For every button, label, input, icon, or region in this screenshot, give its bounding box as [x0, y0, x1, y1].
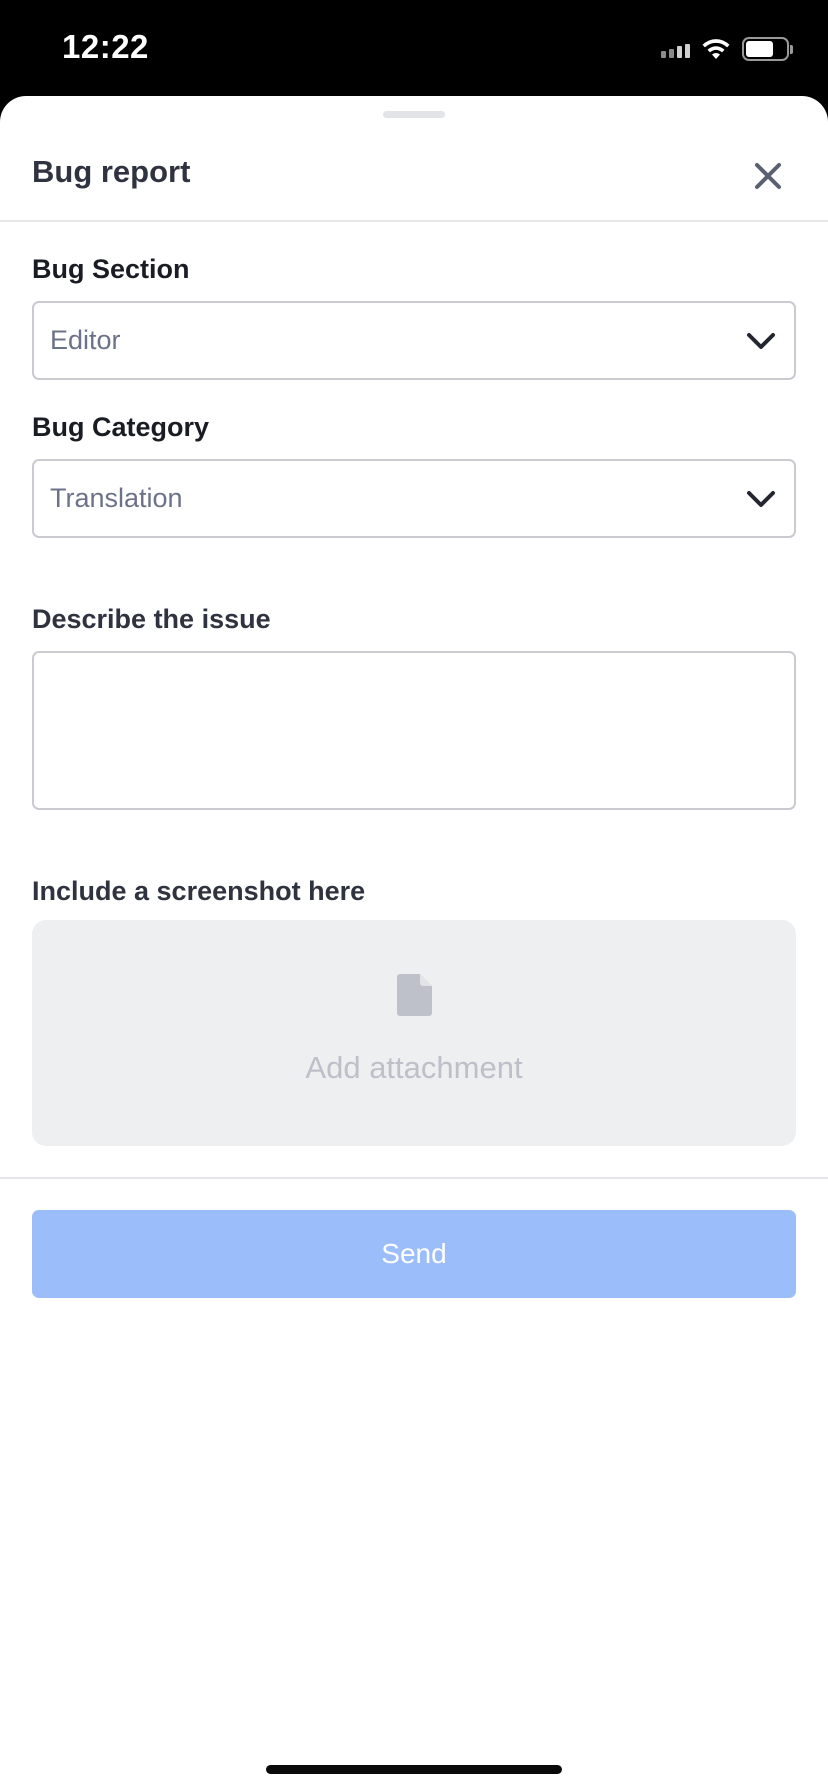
header-divider — [0, 220, 828, 222]
bug-section-select[interactable]: Editor — [32, 301, 796, 380]
send-button[interactable]: Send — [32, 1210, 796, 1298]
screenshot-label: Include a screenshot here — [32, 876, 366, 906]
footer-divider — [0, 1177, 828, 1179]
chevron-down-icon — [747, 332, 775, 349]
chevron-down-icon — [747, 490, 775, 507]
description-label: Describe the issue — [32, 604, 271, 634]
wifi-icon — [702, 39, 730, 59]
bug-category-value: Translation — [50, 483, 183, 513]
sheet-title: Bug report — [32, 154, 191, 189]
bug-section-label: Bug Section — [32, 254, 190, 284]
description-textarea[interactable] — [32, 651, 796, 810]
close-icon — [755, 163, 781, 189]
status-bar: 12:22 — [0, 0, 828, 96]
battery-icon — [742, 36, 794, 62]
cellular-signal-icon — [661, 40, 690, 58]
status-icons — [661, 34, 794, 64]
bug-report-sheet: Bug report Bug Section Editor Bug Catego… — [0, 96, 828, 1792]
add-attachment-label: Add attachment — [305, 1050, 523, 1085]
close-button[interactable] — [748, 156, 788, 196]
sheet-grabber[interactable] — [383, 111, 445, 118]
bug-section-value: Editor — [50, 325, 121, 355]
add-attachment-zone[interactable]: Add attachment — [32, 920, 796, 1146]
bug-category-label: Bug Category — [32, 412, 210, 442]
home-indicator — [266, 1765, 562, 1774]
bug-category-select[interactable]: Translation — [32, 459, 796, 538]
file-icon — [397, 974, 432, 1016]
status-time: 12:22 — [62, 28, 149, 65]
